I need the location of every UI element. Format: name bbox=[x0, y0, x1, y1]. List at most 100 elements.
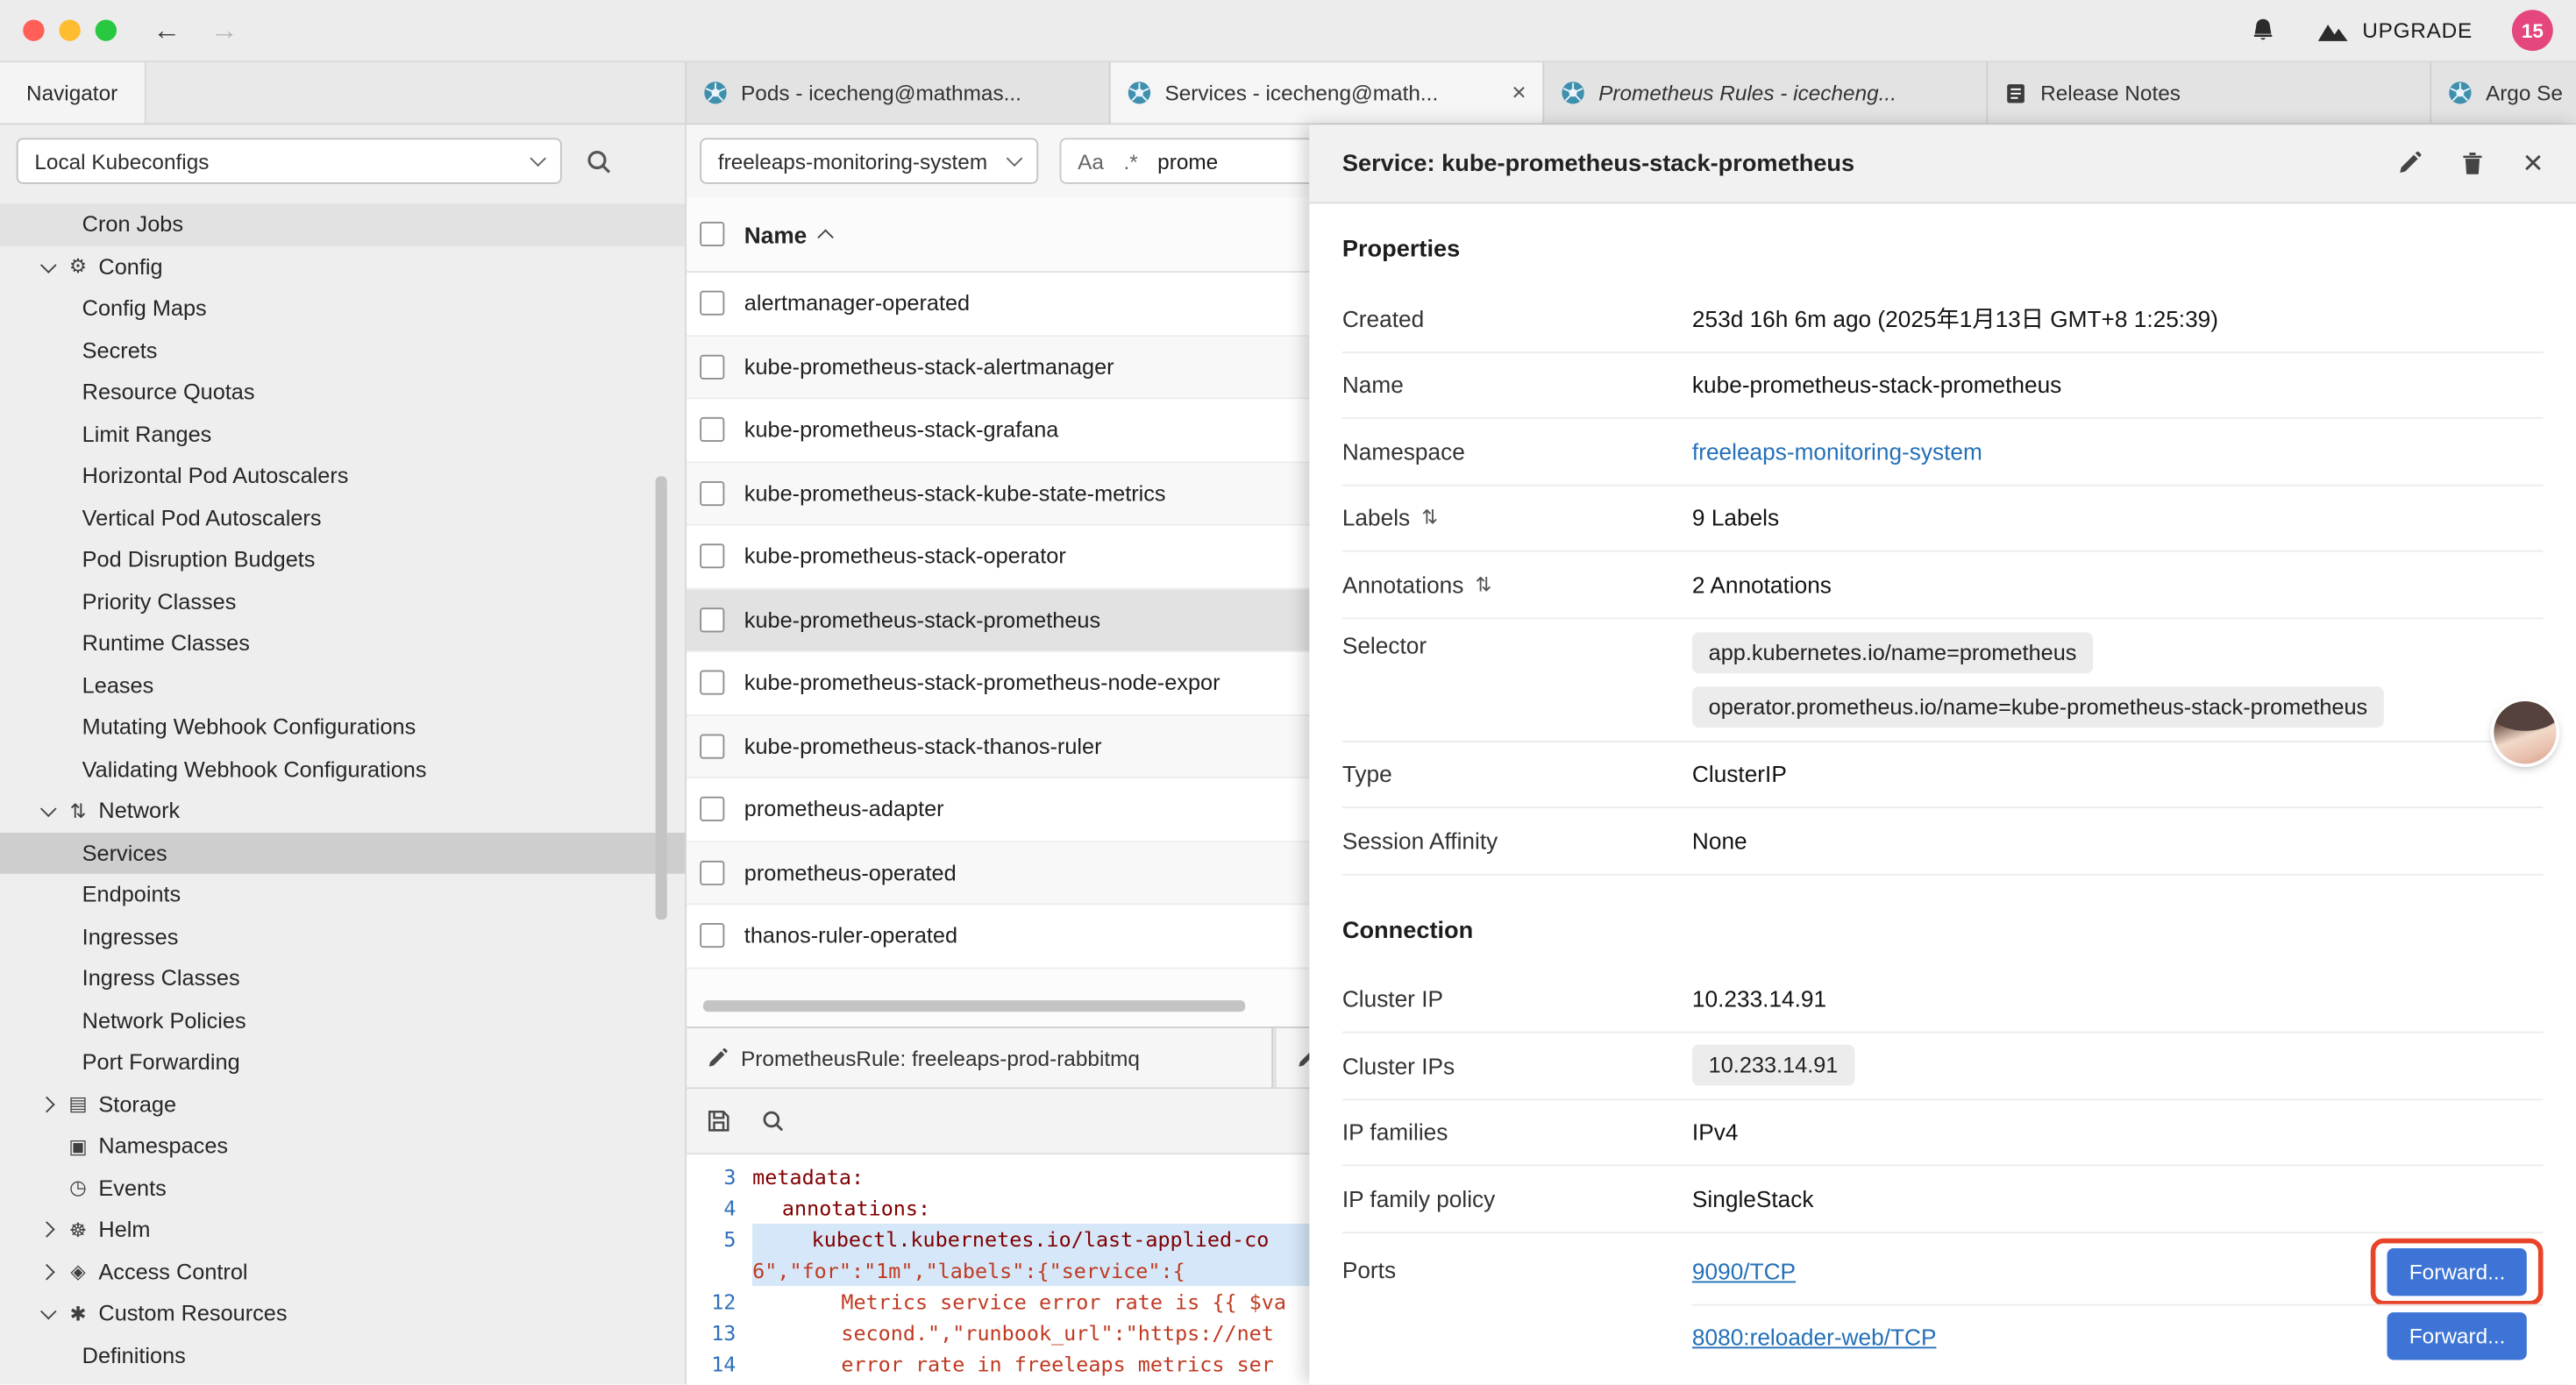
port-link[interactable]: 8080:reloader-web/TCP bbox=[1692, 1323, 1937, 1349]
minimize-window-button[interactable] bbox=[59, 19, 80, 40]
sidebar-item[interactable]: ◷ Events bbox=[0, 1167, 685, 1209]
notification-count-badge[interactable]: 15 bbox=[2512, 10, 2553, 51]
kubernetes-icon bbox=[703, 81, 728, 105]
sidebar-item[interactable]: Services bbox=[0, 832, 685, 874]
table-horizontal-scrollbar[interactable] bbox=[703, 1000, 1245, 1012]
app-tab[interactable]: Prometheus Rules - icecheng... × bbox=[1544, 62, 1988, 123]
details-drawer: Service: kube-prometheus-stack-prometheu… bbox=[1309, 124, 2576, 1384]
kubeconfig-selector[interactable]: Local Kubeconfigs bbox=[17, 138, 562, 183]
line-number: 12 bbox=[687, 1289, 752, 1314]
select-all-checkbox[interactable] bbox=[700, 222, 724, 246]
sidebar-item[interactable]: Runtime Classes bbox=[0, 622, 685, 664]
app-tab[interactable]: Release Notes × bbox=[1988, 62, 2431, 123]
sidebar-item[interactable]: Secrets bbox=[0, 330, 685, 372]
close-tab-icon[interactable]: × bbox=[1512, 79, 1526, 107]
row-checkbox[interactable] bbox=[700, 607, 724, 632]
selector-badges: app.kubernetes.io/name=prometheus operat… bbox=[1692, 631, 2384, 727]
sidebar-item[interactable]: ▤ Storage bbox=[0, 1083, 685, 1126]
forward-icon[interactable]: → bbox=[210, 17, 238, 45]
row-checkbox[interactable] bbox=[700, 354, 724, 379]
save-icon[interactable] bbox=[707, 1109, 731, 1133]
row-checkbox[interactable] bbox=[700, 924, 724, 948]
row-type: Type ClusterIP bbox=[1342, 742, 2544, 808]
notifications-bell-icon[interactable] bbox=[2249, 17, 2277, 45]
sidebar-item[interactable]: Vertical Pod Autoscalers bbox=[0, 497, 685, 539]
app-tab[interactable]: Argo Se × bbox=[2431, 62, 2576, 123]
sidebar-item[interactable]: Ingresses bbox=[0, 916, 685, 958]
maximize-window-button[interactable] bbox=[96, 19, 117, 40]
namespace-filter-select[interactable]: freeleaps-monitoring-system bbox=[700, 138, 1038, 183]
editor-search-icon[interactable] bbox=[761, 1109, 786, 1133]
sidebar-item[interactable]: Horizontal Pod Autoscalers bbox=[0, 455, 685, 497]
row-checkbox[interactable] bbox=[700, 544, 724, 569]
sidebar-item[interactable]: ✱ Custom Resources bbox=[0, 1293, 685, 1335]
user-avatar[interactable] bbox=[2494, 701, 2556, 764]
tab-label: Release Notes bbox=[2040, 81, 2181, 105]
sidebar-item[interactable]: Limit Ranges bbox=[0, 413, 685, 455]
back-icon[interactable]: ← bbox=[153, 17, 181, 45]
app-tab[interactable]: Services - icecheng@math... × bbox=[1111, 62, 1545, 123]
sidebar-item[interactable]: ⇅ Network bbox=[0, 790, 685, 832]
row-value: 10.233.14.91 bbox=[1692, 986, 1826, 1012]
row-checkbox[interactable] bbox=[700, 860, 724, 884]
forward-button[interactable]: Forward... bbox=[2387, 1247, 2526, 1295]
row-checkbox[interactable] bbox=[700, 797, 724, 821]
row-selector: Selector app.kubernetes.io/name=promethe… bbox=[1342, 618, 2544, 742]
edit-icon[interactable] bbox=[2396, 151, 2421, 175]
sidebar-item[interactable]: Network Policies bbox=[0, 999, 685, 1041]
match-case-toggle[interactable]: Aa bbox=[1078, 149, 1104, 174]
trash-icon[interactable] bbox=[2460, 151, 2483, 175]
forward-button[interactable]: Forward... bbox=[2387, 1312, 2526, 1360]
port-link[interactable]: 9090/TCP bbox=[1692, 1258, 1796, 1284]
tab-label: Pods - icecheng@mathmas... bbox=[741, 81, 1021, 105]
row-checkbox[interactable] bbox=[700, 417, 724, 442]
sidebar-item[interactable]: ◈ Access Control bbox=[0, 1251, 685, 1293]
row-label: Created bbox=[1342, 305, 1692, 331]
sidebar-item[interactable]: ⚙ Config bbox=[0, 245, 685, 288]
sidebar-item[interactable]: Cron Jobs bbox=[0, 203, 685, 245]
properties-heading: Properties bbox=[1342, 237, 2544, 269]
row-labels: Labels ⇅ 9 Labels bbox=[1342, 486, 2544, 552]
sidebar-item[interactable]: Ingress Classes bbox=[0, 957, 685, 999]
sidebar-item[interactable]: Pod Disruption Budgets bbox=[0, 539, 685, 581]
dock-tab-active[interactable]: PrometheusRule: freeleaps-prod-rabbitmq bbox=[687, 1028, 1273, 1087]
name-column-header[interactable]: Name bbox=[744, 221, 832, 247]
sidebar-item[interactable]: Validating Webhook Configurations bbox=[0, 748, 685, 790]
sidebar-item-label: Services bbox=[82, 841, 167, 865]
app-tab[interactable]: Pods - icecheng@mathmas... × bbox=[687, 62, 1110, 123]
row-label: Type bbox=[1342, 761, 1692, 787]
regex-toggle[interactable]: .* bbox=[1123, 149, 1137, 174]
sidebar-item[interactable]: ☸ Helm bbox=[0, 1209, 685, 1251]
code-text: 6","for":"1m","labels":{"service":{ bbox=[752, 1258, 1185, 1282]
sidebar-item[interactable]: Resource Quotas bbox=[0, 371, 685, 413]
row-checkbox[interactable] bbox=[700, 291, 724, 316]
sidebar-scrollbar[interactable] bbox=[656, 476, 667, 920]
expand-toggle-icon[interactable]: ⇅ bbox=[1421, 507, 1438, 529]
row-checkbox[interactable] bbox=[700, 671, 724, 695]
sidebar-item[interactable]: ▣ Namespaces bbox=[0, 1126, 685, 1168]
row-label: Session Affinity bbox=[1342, 827, 1692, 854]
sidebar-item[interactable]: Definitions bbox=[0, 1334, 685, 1376]
cluster-ip-badge: 10.233.14.91 bbox=[1692, 1045, 1854, 1086]
tab-label: Services - icecheng@math... bbox=[1164, 81, 1438, 105]
upgrade-button[interactable]: UPGRADE bbox=[2316, 18, 2473, 43]
row-checkbox[interactable] bbox=[700, 481, 724, 506]
expand-toggle-icon[interactable]: ⇅ bbox=[1476, 572, 1492, 595]
close-window-button[interactable] bbox=[23, 19, 44, 40]
sidebar-item[interactable]: Leases bbox=[0, 664, 685, 707]
namespace-link[interactable]: freeleaps-monitoring-system bbox=[1692, 438, 1982, 465]
editor-tabs: Pods - icecheng@mathmas... × bbox=[687, 62, 2576, 123]
sidebar-item-label: Cron Jobs bbox=[82, 212, 183, 237]
drawer-body: Properties Created 253d 16h 6m ago (2025… bbox=[1309, 203, 2576, 1384]
sidebar-item[interactable]: Priority Classes bbox=[0, 580, 685, 622]
sidebar-item[interactable]: Endpoints bbox=[0, 874, 685, 916]
sidebar-search-icon[interactable] bbox=[585, 147, 613, 175]
row-value: kube-prometheus-stack-prometheus bbox=[1692, 372, 2061, 398]
sidebar-item[interactable]: Mutating Webhook Configurations bbox=[0, 707, 685, 749]
row-ports: Ports 9090/TCP Forward... bbox=[1342, 1232, 2544, 1367]
sidebar-item[interactable]: Config Maps bbox=[0, 288, 685, 330]
chevron-down-icon bbox=[1007, 151, 1023, 167]
close-icon[interactable]: × bbox=[2523, 146, 2544, 181]
row-checkbox[interactable] bbox=[700, 734, 724, 758]
sidebar-item[interactable]: Port Forwarding bbox=[0, 1041, 685, 1083]
